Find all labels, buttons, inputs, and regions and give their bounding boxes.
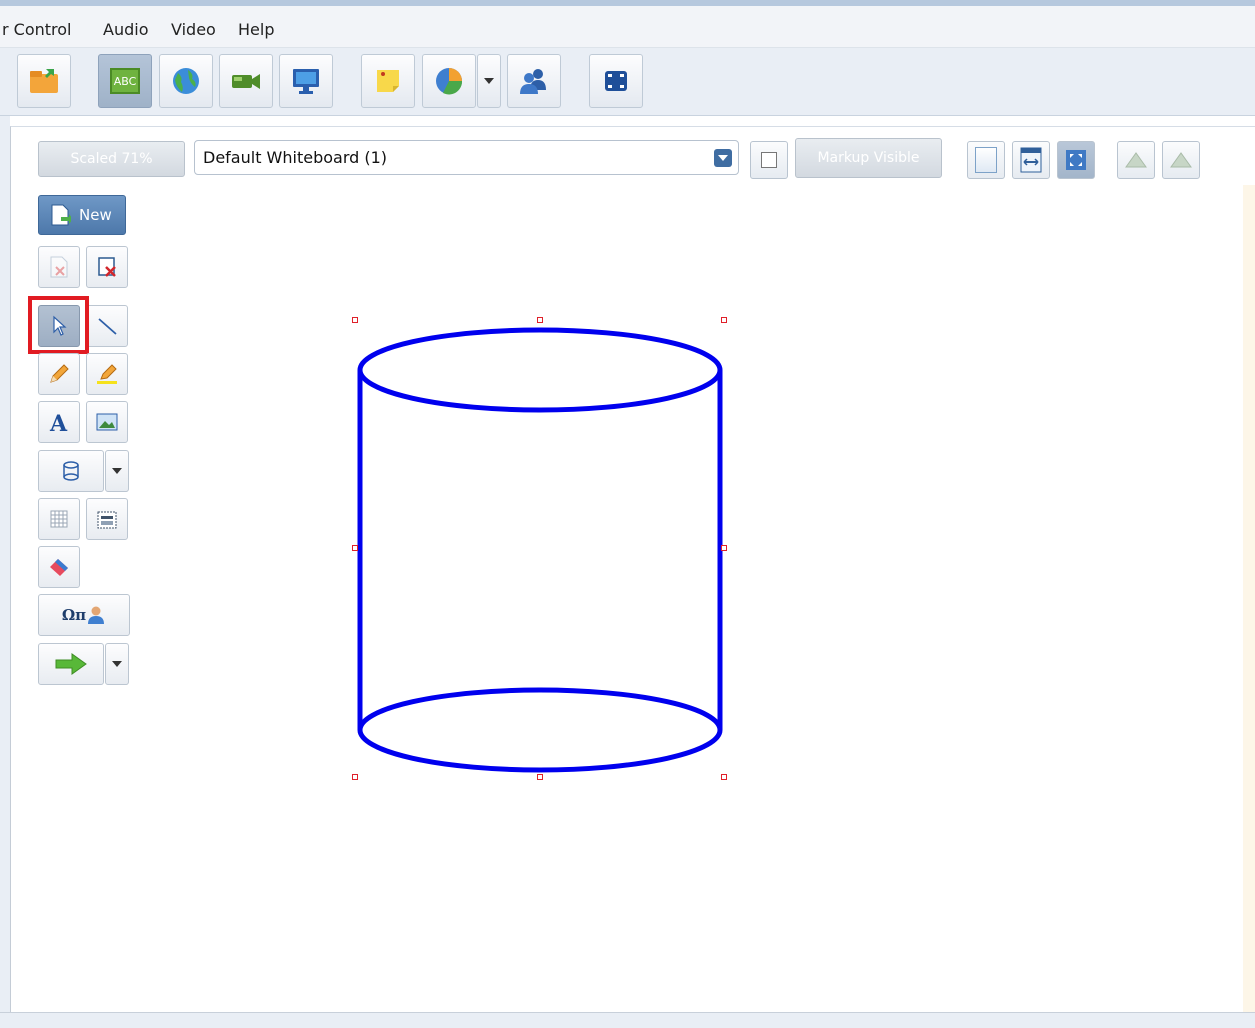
delete-page-button[interactable]: [38, 246, 80, 288]
shape-dropdown-button[interactable]: [105, 450, 129, 492]
svg-text:A: A: [49, 411, 68, 434]
user-icon: [88, 606, 105, 624]
highlight-annotation: [28, 296, 89, 354]
resize-handle-se[interactable]: [721, 774, 727, 780]
resize-handle-w[interactable]: [352, 545, 358, 551]
calendar-tool-button[interactable]: [86, 498, 128, 540]
markup-toggle-checkbox[interactable]: [750, 141, 788, 179]
whiteboard-select-value: Default Whiteboard (1): [203, 148, 388, 167]
scale-button[interactable]: Scaled 71%: [38, 141, 185, 177]
sticky-note-icon: [377, 70, 399, 92]
page-view-button[interactable]: [967, 141, 1005, 179]
highlighter-tool-button[interactable]: [86, 353, 128, 395]
fit-width-icon: [1020, 147, 1042, 173]
markup-visible-label: Markup Visible: [817, 150, 920, 166]
clear-page-button[interactable]: [86, 246, 128, 288]
shape-tool-button[interactable]: [38, 450, 104, 492]
chevron-down-icon: [112, 661, 122, 667]
whiteboard-select[interactable]: Default Whiteboard (1): [194, 140, 739, 175]
previous-page-button[interactable]: [1117, 141, 1155, 179]
folder-share-icon: [30, 69, 58, 93]
checkbox-icon: [761, 152, 777, 168]
delete-page-icon: [50, 256, 68, 278]
menu-audio[interactable]: Audio: [103, 20, 148, 39]
green-arrow-icon: [55, 653, 87, 675]
folder-share-button[interactable]: [17, 54, 71, 108]
fit-width-button[interactable]: [1012, 141, 1050, 179]
resize-handle-nw[interactable]: [352, 317, 358, 323]
resize-handle-n[interactable]: [537, 317, 543, 323]
chevron-down-icon: [112, 468, 122, 474]
pie-chart-icon: [436, 68, 463, 95]
line-icon: [98, 318, 117, 335]
resize-handle-s[interactable]: [537, 774, 543, 780]
grid-tool-button[interactable]: [38, 498, 80, 540]
cylinder-shape-icon: [63, 461, 79, 481]
poll-button[interactable]: [422, 54, 476, 108]
menu-control[interactable]: r Control: [2, 20, 72, 39]
resize-handle-sw[interactable]: [352, 774, 358, 780]
new-page-button[interactable]: New: [38, 195, 126, 235]
image-icon: [96, 413, 118, 431]
next-page-button[interactable]: [1162, 141, 1200, 179]
chevron-down-icon[interactable]: [714, 149, 732, 167]
cylinder-top-ellipse: [357, 327, 723, 413]
clear-page-icon: [98, 257, 116, 277]
new-page-icon: [51, 204, 71, 226]
symbols-label: Ωπ: [61, 606, 87, 624]
poll-dropdown-button[interactable]: [477, 54, 501, 108]
fullscreen-icon: [605, 71, 627, 91]
globe-icon: [173, 68, 199, 94]
menubar: r Control Audio Video Help: [0, 6, 1255, 48]
users-icon: [520, 69, 546, 94]
resize-handle-e[interactable]: [721, 545, 727, 551]
cylinder-bottom-ellipse: [357, 687, 723, 773]
pencil-icon: [50, 364, 69, 383]
video-camera-icon: [232, 74, 260, 89]
menu-help[interactable]: Help: [238, 20, 274, 39]
eraser-icon: [50, 559, 68, 576]
pencil-tool-button[interactable]: [38, 353, 80, 395]
line-tool-button[interactable]: [86, 305, 128, 347]
arrow-tool-button[interactable]: [38, 643, 104, 685]
sticky-note-button[interactable]: [361, 54, 415, 108]
resize-handle-ne[interactable]: [721, 317, 727, 323]
page-left-icon: [1125, 152, 1147, 168]
web-share-button[interactable]: [159, 54, 213, 108]
page-icon: [975, 147, 997, 173]
chevron-down-icon: [484, 78, 494, 84]
eraser-tool-button[interactable]: [38, 546, 80, 588]
highlighter-icon: [97, 364, 117, 384]
page-right-icon: [1170, 152, 1192, 168]
whiteboard-abc-label: ABC: [113, 74, 137, 88]
text-tool-button[interactable]: A: [38, 401, 80, 443]
scale-label: Scaled 71%: [70, 151, 153, 167]
image-tool-button[interactable]: [86, 401, 128, 443]
desktop-share-button[interactable]: [279, 54, 333, 108]
calendar-icon: [97, 511, 117, 529]
desktop-share-icon: [293, 69, 319, 94]
users-button[interactable]: [507, 54, 561, 108]
right-panel-edge: [1243, 185, 1255, 1013]
status-bar: [0, 1012, 1255, 1028]
grid-icon: [50, 510, 68, 528]
fit-page-icon: [1066, 150, 1086, 170]
text-a-icon: A: [49, 411, 68, 434]
main-toolbar: ABC: [0, 48, 1255, 116]
whiteboard-button[interactable]: ABC: [98, 54, 152, 108]
cylinder-shape[interactable]: [340, 310, 740, 790]
left-gutter: [0, 116, 10, 1028]
fit-page-button[interactable]: [1057, 141, 1095, 179]
new-page-label: New: [79, 206, 112, 224]
fullscreen-button[interactable]: [589, 54, 643, 108]
arrow-dropdown-button[interactable]: [105, 643, 129, 685]
markup-visible-button[interactable]: Markup Visible: [795, 138, 942, 178]
whiteboard-abc-icon: ABC: [110, 68, 140, 94]
video-button[interactable]: [219, 54, 273, 108]
menu-video[interactable]: Video: [171, 20, 216, 39]
symbols-tool-button[interactable]: Ωπ: [38, 594, 130, 636]
